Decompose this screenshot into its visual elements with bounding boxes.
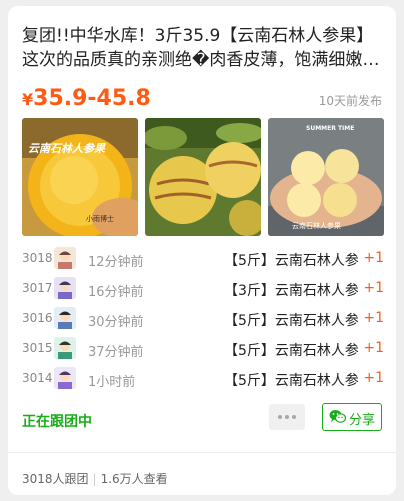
avatar bbox=[54, 307, 76, 329]
order-quantity: +1 bbox=[363, 340, 384, 356]
order-row: 3016 30分钟前 【5斤】云南石林人参果 +1 bbox=[22, 306, 384, 332]
more-dots-icon bbox=[278, 415, 282, 419]
order-number: 3018 bbox=[22, 251, 53, 265]
price-value: 35.9-45.8 bbox=[33, 86, 151, 111]
order-time: 1小时前 bbox=[88, 375, 136, 390]
order-time: 37分钟前 bbox=[88, 345, 144, 360]
share-label: 分享 bbox=[349, 413, 376, 428]
order-time: 16分钟前 bbox=[88, 285, 144, 300]
order-row: 3014 1小时前 【5斤】云南石林人参果 +1 bbox=[22, 366, 384, 392]
order-item: 【5斤】云南石林人参果 bbox=[224, 373, 358, 389]
order-row: 3015 37分钟前 【5斤】云南石林人参果 +1 bbox=[22, 336, 384, 362]
order-item: 【5斤】云南石林人参果 bbox=[224, 253, 358, 269]
order-time: 30分钟前 bbox=[88, 315, 144, 330]
posted-time: 10天前发布 bbox=[318, 94, 382, 108]
order-quantity: +1 bbox=[363, 280, 384, 296]
currency-symbol: ¥ bbox=[22, 90, 34, 109]
order-row: 3017 16分钟前 【3斤】云南石林人参果 +1 bbox=[22, 276, 384, 302]
follower-count: 3018人跟团 bbox=[22, 472, 89, 486]
joined-status[interactable]: 正在跟团中 bbox=[22, 411, 92, 431]
order-item: 【3斤】云南石林人参果 bbox=[224, 283, 358, 299]
stats-footer: 3018人跟团 | 1.6万人查看 bbox=[22, 470, 168, 487]
order-quantity: +1 bbox=[363, 250, 384, 266]
order-number: 3015 bbox=[22, 341, 53, 355]
view-count: 1.6万人查看 bbox=[100, 472, 168, 486]
order-quantity: +1 bbox=[363, 370, 384, 386]
product-photo-1[interactable]: 云南石林人参果 小雨博士 bbox=[22, 118, 138, 236]
photo-3-caption: SUMMER TIME bbox=[306, 125, 354, 132]
photo-1-tag: 小雨博士 bbox=[86, 214, 114, 223]
more-button[interactable] bbox=[269, 404, 305, 430]
order-row: 3018 12分钟前 【5斤】云南石林人参果 +1 bbox=[22, 246, 384, 272]
group-buy-card[interactable]: 复团!!中华水库！3斤35.9【云南石林人参果】这次的品质真的亲测绝�肉香皮薄，… bbox=[8, 6, 396, 495]
wechat-icon bbox=[329, 409, 347, 428]
order-number: 3016 bbox=[22, 311, 53, 325]
photo-gallery: 云南石林人参果 小雨博士 SUMMER TIME 云南石林人参果 bbox=[22, 118, 384, 236]
avatar bbox=[54, 277, 76, 299]
order-number: 3017 bbox=[22, 281, 53, 295]
photo-3-tag: 云南石林人参果 bbox=[292, 221, 341, 230]
order-item: 【5斤】云南石林人参果 bbox=[224, 313, 358, 329]
order-item: 【5斤】云南石林人参果 bbox=[224, 343, 358, 359]
photo-1-caption: 云南石林人参果 bbox=[28, 142, 106, 155]
avatar bbox=[54, 337, 76, 359]
share-button[interactable]: 分享 bbox=[322, 403, 382, 431]
separator: | bbox=[92, 472, 97, 486]
post-title[interactable]: 复团!!中华水库！3斤35.9【云南石林人参果】这次的品质真的亲测绝�肉香皮薄，… bbox=[22, 24, 384, 72]
price-range: ¥35.9-45.8 bbox=[22, 86, 151, 111]
product-photo-2[interactable] bbox=[145, 118, 261, 236]
avatar bbox=[54, 367, 76, 389]
avatar bbox=[54, 247, 76, 269]
product-photo-3[interactable]: SUMMER TIME 云南石林人参果 bbox=[268, 118, 384, 236]
order-number: 3014 bbox=[22, 371, 53, 385]
order-time: 12分钟前 bbox=[88, 255, 144, 270]
order-quantity: +1 bbox=[363, 310, 384, 326]
divider bbox=[8, 452, 396, 453]
